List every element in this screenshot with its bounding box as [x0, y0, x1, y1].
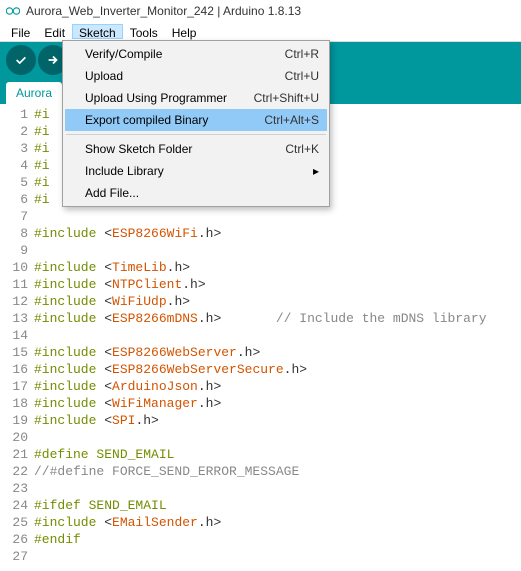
- titlebar: Aurora_Web_Inverter_Monitor_242 | Arduin…: [0, 0, 521, 22]
- menu-item-shortcut: Ctrl+R: [285, 47, 319, 61]
- menu-item-include-library[interactable]: Include Library▸: [65, 160, 327, 182]
- check-icon: [14, 53, 28, 67]
- menu-item-label: Show Sketch Folder: [85, 142, 285, 156]
- line-number: 2: [2, 123, 28, 140]
- code-line[interactable]: #include <TimeLib.h>: [34, 259, 521, 276]
- menu-sketch[interactable]: Sketch: [72, 24, 123, 39]
- line-number: 6: [2, 191, 28, 208]
- line-number: 17: [2, 378, 28, 395]
- line-number: 21: [2, 446, 28, 463]
- menu-item-label: Verify/Compile: [85, 47, 285, 61]
- line-number: 7: [2, 208, 28, 225]
- line-gutter: 1234567891011121314151617181920212223242…: [0, 104, 34, 567]
- code-line[interactable]: #include <SPI.h>: [34, 412, 521, 429]
- menu-item-verify-compile[interactable]: Verify/CompileCtrl+R: [65, 43, 327, 65]
- line-number: 4: [2, 157, 28, 174]
- line-number: 19: [2, 412, 28, 429]
- code-line[interactable]: #include <ESP8266WiFi.h>: [34, 225, 521, 242]
- submenu-arrow-icon: ▸: [313, 164, 319, 178]
- menu-file[interactable]: File: [4, 24, 37, 39]
- arduino-logo-icon: [6, 4, 20, 18]
- line-number: 12: [2, 293, 28, 310]
- menu-item-label: Add File...: [85, 186, 319, 200]
- menu-item-label: Include Library: [85, 164, 313, 178]
- verify-button[interactable]: [6, 45, 36, 75]
- code-line[interactable]: //#define FORCE_SEND_ERROR_MESSAGE: [34, 463, 521, 480]
- line-number: 14: [2, 327, 28, 344]
- line-number: 18: [2, 395, 28, 412]
- line-number: 16: [2, 361, 28, 378]
- line-number: 13: [2, 310, 28, 327]
- line-number: 22: [2, 463, 28, 480]
- line-number: 24: [2, 497, 28, 514]
- menu-item-upload[interactable]: UploadCtrl+U: [65, 65, 327, 87]
- line-number: 8: [2, 225, 28, 242]
- menu-item-add-file-[interactable]: Add File...: [65, 182, 327, 204]
- arrow-right-icon: [46, 53, 60, 67]
- line-number: 15: [2, 344, 28, 361]
- line-number: 1: [2, 106, 28, 123]
- code-line[interactable]: [34, 480, 521, 497]
- code-line[interactable]: #include <ESP8266mDNS.h> // Include the …: [34, 310, 521, 327]
- line-number: 26: [2, 531, 28, 548]
- line-number: 25: [2, 514, 28, 531]
- line-number: 27: [2, 548, 28, 565]
- code-line[interactable]: #include <WiFiUdp.h>: [34, 293, 521, 310]
- code-line[interactable]: [34, 548, 521, 565]
- code-line[interactable]: [34, 327, 521, 344]
- sketch-menu-dropdown: Verify/CompileCtrl+RUploadCtrl+UUpload U…: [62, 40, 330, 207]
- menu-item-upload-using-programmer[interactable]: Upload Using ProgrammerCtrl+Shift+U: [65, 87, 327, 109]
- code-line[interactable]: #include <WiFiManager.h>: [34, 395, 521, 412]
- menu-item-label: Export compiled Binary: [85, 113, 264, 127]
- menu-item-label: Upload Using Programmer: [85, 91, 254, 105]
- menu-separator: [66, 134, 326, 135]
- line-number: 10: [2, 259, 28, 276]
- menu-edit[interactable]: Edit: [37, 24, 72, 39]
- menu-item-label: Upload: [85, 69, 285, 83]
- code-line[interactable]: #include <ArduinoJson.h>: [34, 378, 521, 395]
- menu-help[interactable]: Help: [165, 24, 204, 39]
- sketch-tab[interactable]: Aurora: [6, 82, 62, 104]
- code-line[interactable]: #include <NTPClient.h>: [34, 276, 521, 293]
- menu-item-export-compiled-binary[interactable]: Export compiled BinaryCtrl+Alt+S: [65, 109, 327, 131]
- menubar: File Edit Sketch Tools Help: [0, 22, 521, 42]
- code-line[interactable]: #include <ESP8266WebServerSecure.h>: [34, 361, 521, 378]
- menu-item-shortcut: Ctrl+Alt+S: [264, 113, 319, 127]
- line-number: 11: [2, 276, 28, 293]
- line-number: 5: [2, 174, 28, 191]
- line-number: 3: [2, 140, 28, 157]
- code-line[interactable]: [34, 208, 521, 225]
- code-line[interactable]: #define SEND_EMAIL: [34, 446, 521, 463]
- menu-item-shortcut: Ctrl+K: [285, 142, 319, 156]
- menu-tools[interactable]: Tools: [123, 24, 165, 39]
- code-line[interactable]: #include <ESP8266WebServer.h>: [34, 344, 521, 361]
- menu-item-shortcut: Ctrl+Shift+U: [254, 91, 319, 105]
- code-line[interactable]: #ifdef SEND_EMAIL: [34, 497, 521, 514]
- line-number: 23: [2, 480, 28, 497]
- code-line[interactable]: #endif: [34, 531, 521, 548]
- code-line[interactable]: [34, 429, 521, 446]
- menu-item-show-sketch-folder[interactable]: Show Sketch FolderCtrl+K: [65, 138, 327, 160]
- window-title: Aurora_Web_Inverter_Monitor_242 | Arduin…: [26, 4, 301, 18]
- line-number: 9: [2, 242, 28, 259]
- code-line[interactable]: #include <EMailSender.h>: [34, 514, 521, 531]
- code-line[interactable]: [34, 242, 521, 259]
- menu-item-shortcut: Ctrl+U: [285, 69, 319, 83]
- line-number: 20: [2, 429, 28, 446]
